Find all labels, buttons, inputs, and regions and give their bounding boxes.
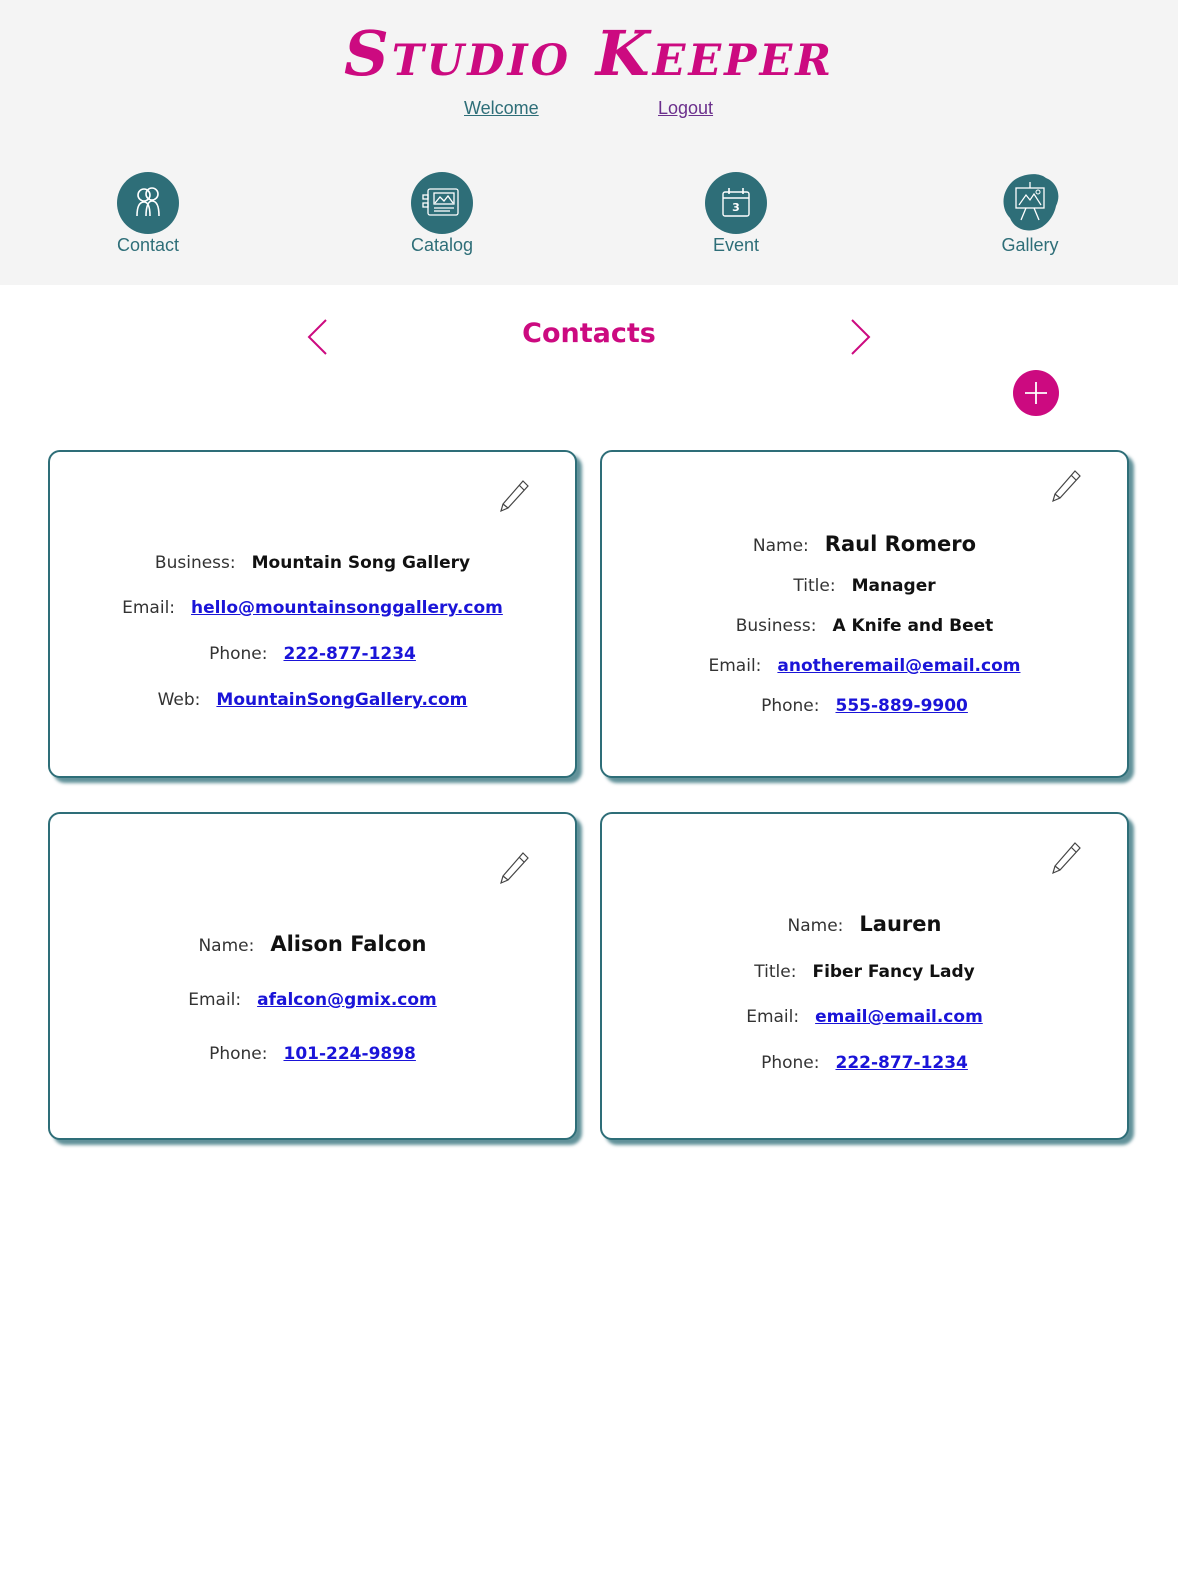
field-label: Business: [735, 616, 817, 636]
contact-phone-row: Phone: 101-224-9898 [50, 1044, 575, 1064]
title-value: Manager [851, 576, 936, 596]
field-label: Name: [198, 936, 255, 956]
contact-card: Name: Lauren Title: Fiber Fancy Lady Email… [600, 812, 1129, 1140]
contact-name-row: Name: Lauren [602, 912, 1127, 936]
contact-web-row: Web: MountainSongGallery.com [50, 690, 575, 710]
website-link[interactable]: MountainSongGallery.com [216, 690, 467, 710]
field-label: Name: [787, 916, 844, 936]
email-link[interactable]: hello@mountainsonggallery.com [191, 598, 503, 618]
contact-card: Name: Raul Romero Title: Manager Business:… [600, 450, 1129, 778]
email-link[interactable]: email@email.com [815, 1007, 983, 1027]
field-label: Name: [752, 536, 809, 556]
field-label: Business: [154, 553, 236, 573]
field-label: Email: [122, 598, 176, 618]
edit-pencil-icon[interactable] [1050, 840, 1082, 876]
contact-email-row: Email: anotheremail@email.com [602, 656, 1127, 676]
edit-pencil-icon[interactable] [498, 850, 530, 886]
field-label: Title: [793, 576, 836, 596]
calendar-day: 3 [732, 201, 740, 214]
contact-name-row: Name: Alison Falcon [50, 932, 575, 956]
contact-business-row: Business: Mountain Song Gallery [50, 553, 575, 573]
contact-phone-row: Phone: 222-877-1234 [602, 1053, 1127, 1073]
email-link[interactable]: afalcon@gmix.com [257, 990, 437, 1010]
phone-link[interactable]: 555-889-9900 [835, 696, 967, 716]
name-value: Alison Falcon [270, 932, 427, 956]
app-title: Studio Keeper [344, 17, 834, 90]
page-title: Contacts [522, 318, 656, 349]
welcome-link[interactable]: Welcome [464, 98, 539, 119]
field-label: Phone: [761, 1053, 820, 1073]
contact-business-row: Business: A Knife and Beet [602, 616, 1127, 636]
nav-item-event[interactable]: 3 Event [676, 172, 796, 256]
nav-item-catalog[interactable]: Catalog [382, 172, 502, 256]
calendar-icon: 3 [705, 172, 767, 234]
plus-icon [1025, 382, 1047, 404]
nav-label-contact: Contact [116, 235, 180, 255]
name-value: Raul Romero [824, 532, 977, 556]
nav-item-contact[interactable]: Contact [88, 172, 208, 256]
title-value: Fiber Fancy Lady [812, 962, 975, 982]
field-label: Email: [188, 990, 242, 1010]
logout-link[interactable]: Logout [658, 98, 713, 119]
contact-phone-row: Phone: 222-877-1234 [50, 644, 575, 664]
phone-link[interactable]: 222-877-1234 [283, 644, 415, 664]
business-value: Mountain Song Gallery [251, 553, 471, 573]
nav-label-event: Event [712, 235, 760, 255]
field-label: Title: [754, 962, 797, 982]
catalog-icon [411, 172, 473, 234]
email-link[interactable]: anotheremail@email.com [777, 656, 1020, 676]
contact-title-row: Title: Manager [602, 576, 1127, 596]
contact-name-row: Name: Raul Romero [602, 532, 1127, 556]
contact-email-row: Email: afalcon@gmix.com [50, 990, 575, 1010]
field-label: Phone: [761, 696, 820, 716]
next-arrow-icon[interactable] [848, 318, 872, 356]
phone-link[interactable]: 222-877-1234 [835, 1053, 967, 1073]
field-label: Email: [708, 656, 762, 676]
add-contact-button[interactable] [1013, 370, 1059, 416]
field-label: Email: [746, 1007, 800, 1027]
phone-link[interactable]: 101-224-9898 [283, 1044, 415, 1064]
edit-pencil-icon[interactable] [498, 478, 530, 514]
edit-pencil-icon[interactable] [1050, 468, 1082, 504]
field-label: Phone: [209, 1044, 268, 1064]
contacts-icon [117, 172, 179, 234]
contact-card: Name: Alison Falcon Email: afalcon@gmix.co… [48, 812, 577, 1140]
contact-card: Business: Mountain Song Gallery Email: hel… [48, 450, 577, 778]
field-label: Phone: [209, 644, 268, 664]
app-header: Studio Keeper Welcome Logout Contact Cat… [0, 0, 1178, 285]
contact-phone-row: Phone: 555-889-9900 [602, 696, 1127, 716]
name-value: Lauren [859, 912, 942, 936]
field-label: Web: [157, 690, 201, 710]
contact-email-row: Email: email@email.com [602, 1007, 1127, 1027]
nav-label-catalog: Catalog [410, 235, 474, 255]
business-value: A Knife and Beet [832, 616, 994, 636]
gallery-easel-icon [998, 172, 1062, 234]
nav-label-gallery: Gallery [1001, 235, 1059, 255]
contact-title-row: Title: Fiber Fancy Lady [602, 962, 1127, 982]
nav-item-gallery[interactable]: Gallery [970, 172, 1090, 256]
contact-email-row: Email: hello@mountainsonggallery.com [50, 598, 575, 618]
